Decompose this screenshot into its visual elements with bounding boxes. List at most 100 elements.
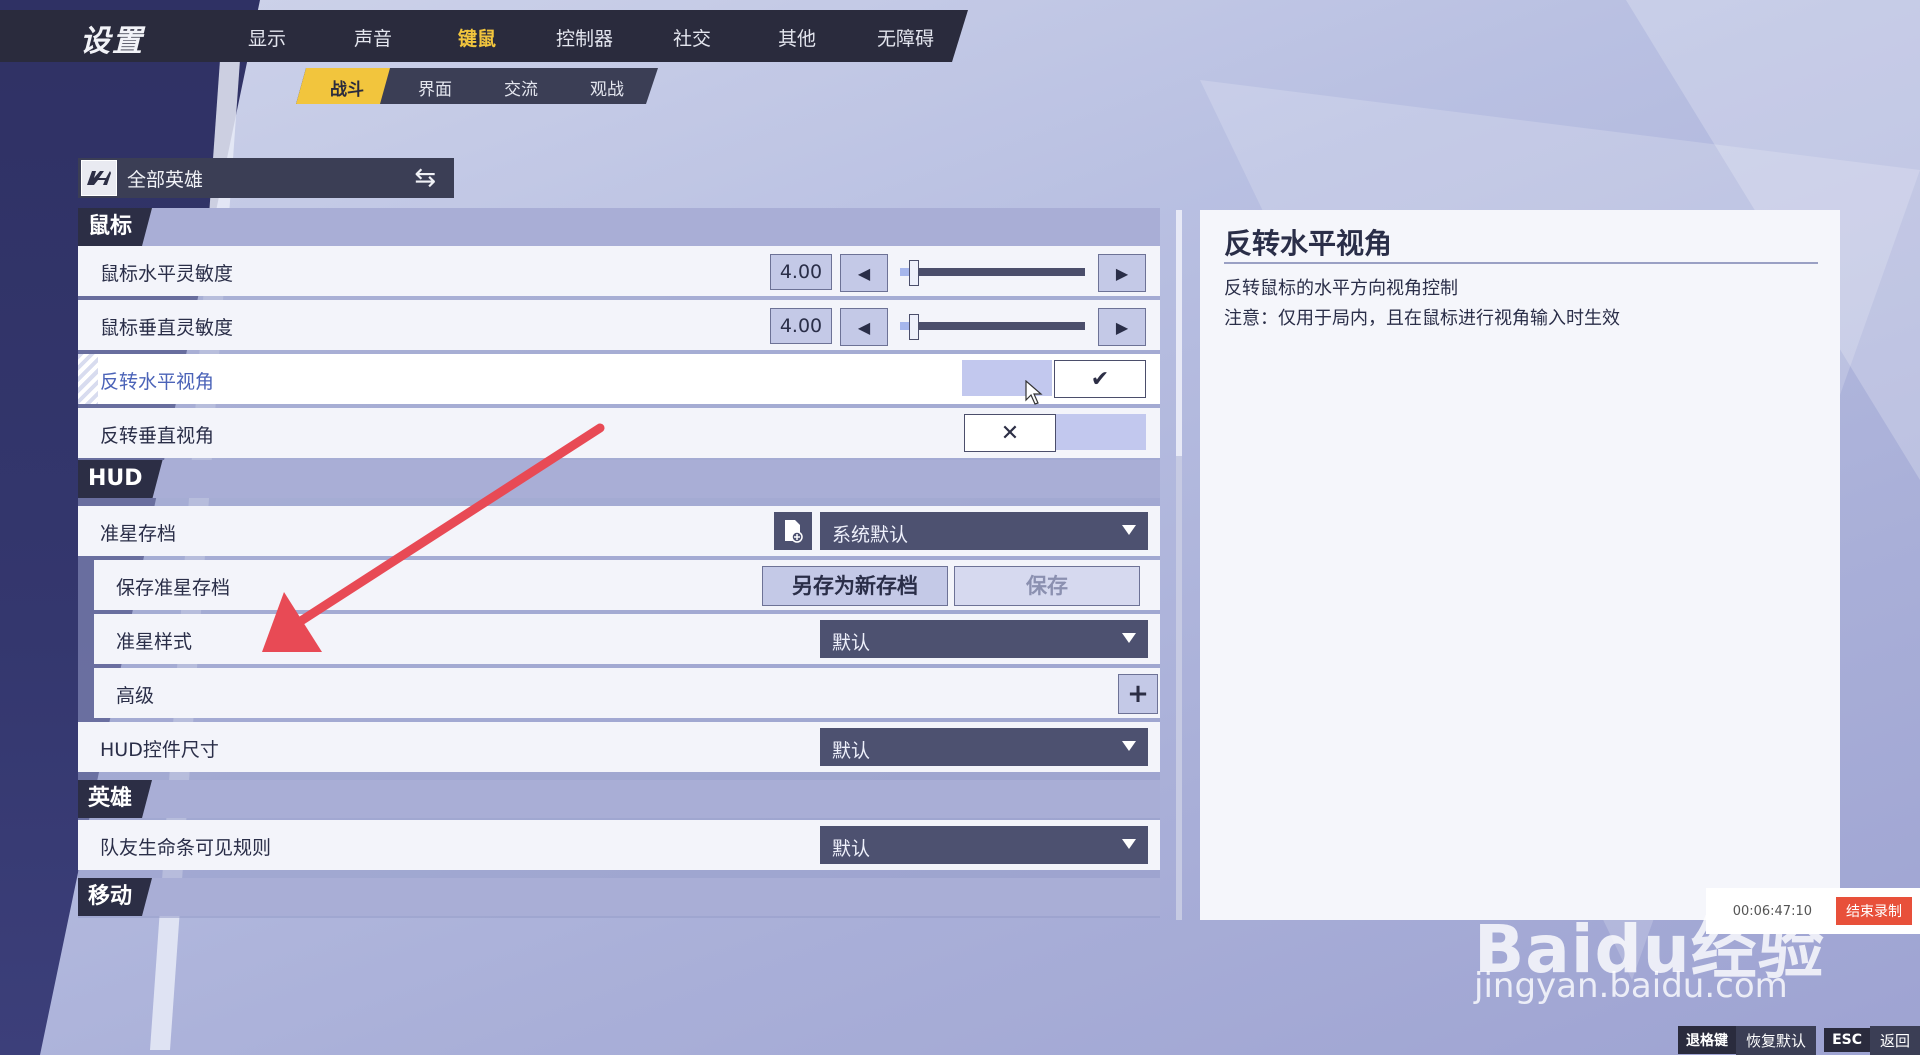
section-hero: 英雄 xyxy=(78,780,1160,818)
subtab-interface[interactable]: 界面 xyxy=(418,75,452,100)
subtab-combat[interactable]: 战斗 xyxy=(330,75,364,100)
right-triangle-icon: ▶ xyxy=(1115,263,1129,283)
section-move-title: 移动 xyxy=(78,878,152,916)
sub-nav: 战斗 界面 交流 观战 xyxy=(296,68,658,104)
scrollbar-thumb[interactable] xyxy=(1176,210,1182,456)
subtab-communication[interactable]: 交流 xyxy=(504,75,538,100)
increase-button[interactable]: ▶ xyxy=(1098,254,1146,292)
crosshair-profile-dropdown[interactable]: 系统默认 xyxy=(820,512,1148,550)
setting-label: 反转水平视角 xyxy=(100,371,215,393)
setting-row-crosshair-style: 准星样式 默认 xyxy=(94,614,1160,664)
ally-health-dropdown[interactable]: 默认 xyxy=(820,826,1148,864)
sensitivity-slider[interactable] xyxy=(900,314,1085,340)
dropdown-value: 默认 xyxy=(832,838,871,860)
tab-keyboard-mouse[interactable]: 键鼠 xyxy=(458,24,496,51)
setting-label: 反转垂直视角 xyxy=(100,425,215,447)
selected-row-marker xyxy=(78,354,98,404)
save-as-new-button[interactable]: 另存为新存档 xyxy=(762,566,948,606)
section-move: 移动 xyxy=(78,878,1160,916)
setting-label: 队友生命条可见规则 xyxy=(100,837,272,859)
sensitivity-value[interactable]: 4.00 xyxy=(770,254,832,290)
section-mouse-title: 鼠标 xyxy=(78,208,152,246)
setting-row-ally-health: 队友生命条可见规则 默认 xyxy=(78,820,1160,870)
toggle-on-half[interactable] xyxy=(1056,414,1146,450)
description-line: 反转鼠标的水平方向视角控制 xyxy=(1224,278,1458,299)
description-title: 反转水平视角 xyxy=(1224,227,1393,260)
setting-label: 高级 xyxy=(116,685,155,707)
tab-other[interactable]: 其他 xyxy=(778,24,816,51)
back-label[interactable]: 返回 xyxy=(1869,1025,1920,1055)
section-hud-title: HUD xyxy=(78,460,163,498)
tab-accessibility[interactable]: 无障碍 xyxy=(877,24,934,51)
setting-row-invert-h[interactable]: 反转水平视角 ✔ xyxy=(78,354,1160,404)
setting-label: HUD控件尺寸 xyxy=(100,739,219,761)
setting-row-invert-v[interactable]: 反转垂直视角 ✕ xyxy=(78,408,1160,458)
setting-label: 保存准星存档 xyxy=(116,577,231,599)
slider-thumb[interactable] xyxy=(909,314,920,340)
dropdown-value: 系统默认 xyxy=(832,524,909,546)
stop-recording-button[interactable]: 结束录制 xyxy=(1836,897,1912,925)
esc-key[interactable]: ESC xyxy=(1824,1028,1870,1052)
section-hero-title: 英雄 xyxy=(78,780,152,818)
invert-v-toggle[interactable]: ✕ xyxy=(964,414,1148,452)
file-add-icon[interactable] xyxy=(774,512,812,550)
hero-selector[interactable]: 全部英雄 ⇆ xyxy=(78,158,454,198)
hud-size-dropdown[interactable]: 默认 xyxy=(820,728,1148,766)
setting-label: 准星样式 xyxy=(116,631,193,653)
tab-controller[interactable]: 控制器 xyxy=(556,24,613,51)
crosshair-style-dropdown[interactable]: 默认 xyxy=(820,620,1148,658)
description-panel: 反转水平视角 反转鼠标的水平方向视角控制 注意：仅用于局内，且在鼠标进行视角输入… xyxy=(1200,210,1840,920)
tab-sound[interactable]: 声音 xyxy=(354,24,392,51)
chevron-down-icon xyxy=(1122,741,1136,751)
increase-button[interactable]: ▶ xyxy=(1098,308,1146,346)
invert-h-toggle[interactable]: ✔ xyxy=(962,360,1146,398)
slider-track xyxy=(900,268,1085,276)
chevron-down-icon xyxy=(1122,633,1136,643)
subtab-spectate[interactable]: 观战 xyxy=(590,75,624,100)
setting-row-hud-size: HUD控件尺寸 默认 xyxy=(78,722,1160,772)
left-triangle-icon: ◀ xyxy=(857,263,871,283)
divider xyxy=(1224,262,1818,264)
mouse-cursor-icon xyxy=(1025,380,1043,405)
game-logo-icon xyxy=(81,160,117,196)
baidu-watermark-url: jingyan.baidu.com xyxy=(1474,966,1788,1006)
slider-fill xyxy=(900,322,910,330)
decrease-button[interactable]: ◀ xyxy=(840,254,888,292)
left-triangle-icon: ◀ xyxy=(857,317,871,337)
slider-thumb[interactable] xyxy=(909,260,920,286)
setting-label: 鼠标垂直灵敏度 xyxy=(100,317,234,339)
setting-row-advanced[interactable]: 高级 + xyxy=(94,668,1160,718)
description-note: 注意：仅用于局内，且在鼠标进行视角输入时生效 xyxy=(1224,308,1620,329)
footer-hints: 退格键 恢复默认 ESC 返回 xyxy=(1678,1025,1920,1055)
sensitivity-value[interactable]: 4.00 xyxy=(770,308,832,344)
section-mouse: 鼠标 xyxy=(78,208,1160,246)
setting-label: 准星存档 xyxy=(100,523,177,545)
top-nav: 设置 显示 声音 键鼠 控制器 社交 其他 无障碍 xyxy=(0,10,968,62)
dropdown-value: 默认 xyxy=(832,632,871,654)
decrease-button[interactable]: ◀ xyxy=(840,308,888,346)
page-title: 设置 xyxy=(80,24,144,59)
checkmark-icon[interactable]: ✔ xyxy=(1054,360,1146,398)
slider-fill xyxy=(900,268,910,276)
settings-panel[interactable]: 鼠标 鼠标水平灵敏度 4.00 ◀ ▶ 鼠标垂直灵敏度 4.00 ◀ ▶ 反转水… xyxy=(78,208,1160,918)
tab-social[interactable]: 社交 xyxy=(673,24,711,51)
swap-icon: ⇆ xyxy=(414,163,436,193)
setting-row-crosshair-profile: 准星存档 系统默认 xyxy=(78,506,1160,556)
setting-row-mouse-h-sens: 鼠标水平灵敏度 4.00 ◀ ▶ xyxy=(78,246,1160,296)
backspace-key[interactable]: 退格键 xyxy=(1678,1026,1737,1054)
slider-track xyxy=(900,322,1085,330)
tab-display[interactable]: 显示 xyxy=(248,24,286,51)
save-button[interactable]: 保存 xyxy=(954,566,1140,606)
dropdown-value: 默认 xyxy=(832,740,871,762)
setting-row-save-crosshair: 保存准星存档 另存为新存档 保存 xyxy=(94,560,1160,610)
expand-plus-icon[interactable]: + xyxy=(1118,674,1158,714)
setting-label: 鼠标水平灵敏度 xyxy=(100,263,234,285)
cross-icon[interactable]: ✕ xyxy=(964,414,1056,452)
right-triangle-icon: ▶ xyxy=(1115,317,1129,337)
restore-default-label[interactable]: 恢复默认 xyxy=(1736,1025,1817,1055)
section-hud: HUD xyxy=(78,460,1160,498)
sensitivity-slider[interactable] xyxy=(900,260,1085,286)
chevron-down-icon xyxy=(1122,839,1136,849)
chevron-down-icon xyxy=(1122,525,1136,535)
setting-row-mouse-v-sens: 鼠标垂直灵敏度 4.00 ◀ ▶ xyxy=(78,300,1160,350)
